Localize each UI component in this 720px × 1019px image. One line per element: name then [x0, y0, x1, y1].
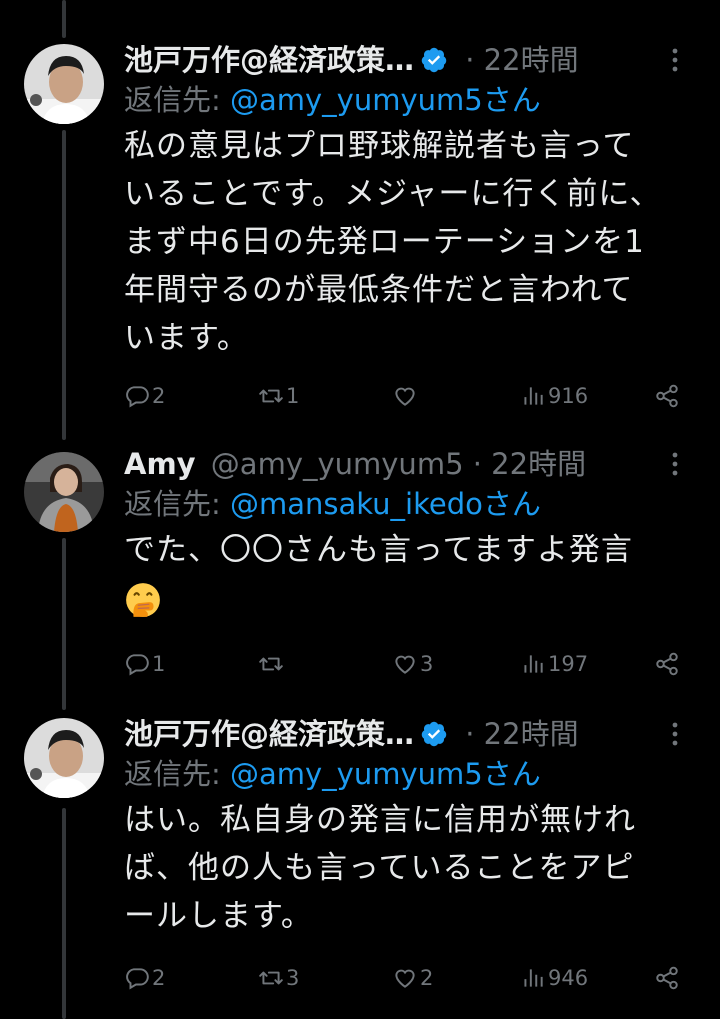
verified-badge-icon — [421, 47, 447, 73]
reply-icon — [126, 968, 149, 990]
more-options-icon[interactable] — [660, 40, 690, 80]
like-button[interactable]: 3 — [392, 646, 433, 682]
reply-to: 返信先: @amy_yumyum5さん — [124, 80, 690, 120]
tweet-text-line: でた、〇〇さんも言ってますよ発言 — [124, 532, 633, 568]
display-name[interactable]: 池戸万作@経済政策… — [124, 717, 414, 751]
tweet[interactable]: 池戸万作@経済政策… · 22時間 返信先: @amy_yumyum5さん はい… — [0, 710, 720, 1019]
share-icon — [656, 966, 678, 990]
tweet-text-line: 私の意見はプロ野球解説者も言って — [124, 128, 635, 164]
reply-to-mention[interactable]: @mansaku_ikedoさん — [230, 487, 541, 521]
like-button[interactable]: 2 — [392, 960, 433, 996]
reply-count: 2 — [152, 966, 166, 990]
timestamp[interactable]: 22時間 — [491, 447, 586, 481]
tweet-text-line: まず中6日の先発ローテーションを1 — [124, 224, 645, 260]
action-bar: 1 3 197 — [124, 646, 680, 682]
display-name[interactable]: 池戸万作@経済政策… — [124, 43, 414, 77]
reply-to-prefix: 返信先: — [124, 757, 230, 791]
retweet-icon — [259, 971, 283, 985]
tweet-text-line: ば、他の人も言っていることをアピ — [124, 850, 635, 886]
timestamp[interactable]: 22時間 — [484, 717, 579, 751]
like-icon — [395, 387, 415, 406]
tweet[interactable]: 池戸万作@経済政策… · 22時間 返信先: @amy_yumyum5さん 私の… — [0, 0, 720, 440]
reply-button[interactable]: 2 — [124, 960, 165, 996]
views-button[interactable]: 946 — [520, 960, 588, 996]
share-icon — [656, 652, 678, 676]
action-bar: 2 1 916 — [124, 378, 680, 414]
tweet[interactable]: Amy @amy_yumyum5 · 22時間 返信先: @mansaku_ik… — [0, 440, 720, 710]
face-with-hand-over-mouth-emoji — [126, 582, 160, 617]
retweet-button[interactable] — [258, 646, 286, 682]
more-options-icon[interactable] — [660, 444, 690, 484]
reply-count: 1 — [152, 652, 166, 676]
reply-to: 返信先: @mansaku_ikedoさん — [124, 484, 690, 524]
reply-button[interactable]: 2 — [124, 378, 165, 414]
like-icon — [395, 969, 415, 988]
tweet-text-line: はい。私自身の発言に信用が無けれ — [124, 802, 636, 838]
share-button[interactable] — [654, 960, 680, 996]
reply-icon — [126, 386, 149, 408]
reply-count: 2 — [152, 384, 166, 408]
tweet-text-line: 年間守るのが最低条件だと言われて — [124, 272, 634, 308]
retweet-icon — [259, 657, 283, 671]
tweet-text: はい。私自身の発言に信用が無けれ ば、他の人も言っていることをアピ ールします。 — [124, 796, 690, 940]
tweet-text-line — [124, 574, 690, 622]
views-button[interactable]: 916 — [520, 378, 588, 414]
reply-to-mention[interactable]: @amy_yumyum5さん — [230, 83, 541, 117]
timestamp[interactable]: 22時間 — [484, 43, 579, 77]
reply-to: 返信先: @amy_yumyum5さん — [124, 754, 690, 794]
avatar[interactable] — [24, 44, 104, 124]
action-bar: 2 3 2 946 — [124, 960, 680, 996]
reply-to-prefix: 返信先: — [124, 487, 230, 521]
views-icon — [524, 387, 543, 405]
retweet-count: 3 — [286, 966, 300, 990]
separator-dot: · — [465, 43, 475, 77]
avatar[interactable] — [24, 452, 104, 532]
like-button[interactable] — [392, 378, 420, 414]
reply-to-mention[interactable]: @amy_yumyum5さん — [230, 757, 541, 791]
display-name[interactable]: Amy — [124, 447, 196, 481]
views-icon — [524, 655, 543, 673]
share-icon — [656, 384, 678, 408]
share-button[interactable] — [654, 646, 680, 682]
handle[interactable]: @amy_yumyum5 — [211, 447, 464, 481]
like-count: 2 — [420, 966, 434, 990]
more-options-icon[interactable] — [660, 714, 690, 754]
retweet-button[interactable]: 3 — [258, 960, 299, 996]
tweet-text-line: います。 — [124, 320, 249, 356]
separator-dot: · — [465, 717, 475, 751]
reply-to-prefix: 返信先: — [124, 83, 230, 117]
tweet-text: でた、〇〇さんも言ってますよ発言 — [124, 526, 690, 622]
reply-icon — [126, 654, 149, 676]
retweet-count: 1 — [286, 384, 300, 408]
retweet-icon — [259, 389, 283, 403]
retweet-button[interactable]: 1 — [258, 378, 299, 414]
views-count: 197 — [548, 652, 589, 676]
like-count: 3 — [420, 652, 434, 676]
views-count: 946 — [548, 966, 589, 990]
avatar[interactable] — [24, 718, 104, 798]
views-button[interactable]: 197 — [520, 646, 588, 682]
verified-badge-icon — [421, 721, 447, 747]
tweet-text: 私の意見はプロ野球解説者も言って いることです。メジャーに行く前に、 まず中6日… — [124, 122, 690, 362]
separator-dot: · — [472, 447, 482, 481]
reply-button[interactable]: 1 — [124, 646, 165, 682]
views-icon — [524, 969, 543, 987]
like-icon — [395, 655, 415, 674]
tweet-text-line: いることです。メジャーに行く前に、 — [124, 176, 662, 212]
tweet-text-line: ールします。 — [124, 898, 313, 934]
views-count: 916 — [548, 384, 589, 408]
share-button[interactable] — [654, 378, 680, 414]
